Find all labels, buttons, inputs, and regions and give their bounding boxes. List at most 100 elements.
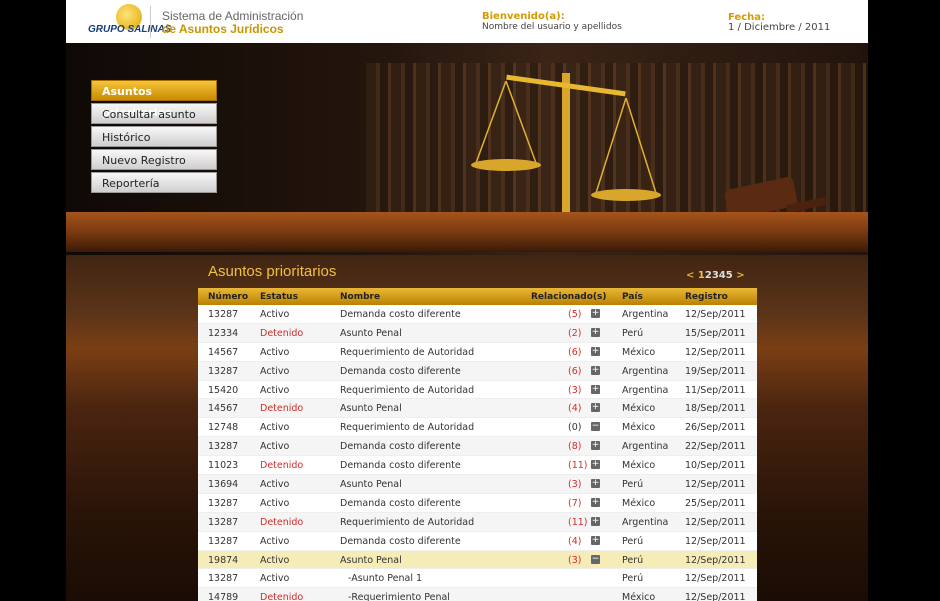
cell-estatus: Activo (260, 441, 290, 453)
expand-icon[interactable]: + (591, 441, 600, 451)
pager-page-5[interactable]: 5 (726, 270, 733, 281)
table-row[interactable]: 13287 Activo Demanda costo diferente (4) Per… (198, 532, 757, 551)
cell-numero: 11023 (208, 460, 239, 472)
cell-pais: México (622, 460, 656, 472)
cell-estatus: Activo (260, 309, 290, 320)
grupo-salinas-logo: GRUPO SALINAS (86, 4, 171, 38)
nav-historico[interactable]: Histórico (91, 126, 217, 147)
cell-relacionados: (0) (568, 422, 582, 434)
table-row[interactable]: 15420 Activo Requerimiento de Autoridad (3)… (198, 381, 757, 400)
cell-numero: 14567 (208, 346, 239, 358)
cell-nombre: Asunto Penal (340, 554, 402, 566)
cell-relacionados: (6) (568, 365, 582, 377)
table-row[interactable]: 13287 Detenido Requerimiento de Autoridad (… (198, 512, 757, 532)
table-row[interactable]: 14567 Detenido Asunto Penal (4) México 18/Sep… (198, 399, 757, 419)
col-registro[interactable]: Registro (685, 292, 728, 302)
welcome-label: Bienvenido(a): (482, 11, 565, 22)
cell-pais: Perú (622, 573, 644, 585)
logo-text: GRUPO SALINAS (88, 24, 172, 35)
nav-nuevo-registro[interactable]: Nuevo Registro (91, 149, 217, 170)
cell-numero: 15420 (208, 384, 239, 396)
cell-numero: 13287 (208, 365, 239, 377)
cell-numero: 13287 (208, 441, 239, 453)
col-estatus[interactable]: Estatus (260, 292, 298, 302)
cell-pais: Argentina (622, 441, 669, 453)
cell-nombre: Demanda costo diferente (340, 535, 461, 547)
table-row[interactable]: 11023 Detenido Demanda costo diferente (11)… (198, 456, 757, 476)
expand-icon[interactable]: + (591, 479, 600, 489)
cell-nombre: Requerimiento de Autoridad (340, 422, 475, 434)
cell-pais: México (622, 403, 656, 415)
col-pais[interactable]: País (622, 292, 643, 302)
cell-registro: 12/Sep/2011 (685, 592, 746, 601)
cell-relacionados: (4) (568, 535, 582, 547)
cell-estatus: Detenido (260, 403, 304, 415)
collapse-icon[interactable]: − (591, 422, 600, 432)
pager-page-4[interactable]: 4 (719, 270, 726, 281)
col-relacionados[interactable]: Relacionado(s) (531, 292, 607, 302)
cell-numero: 13287 (208, 573, 239, 585)
expand-icon[interactable]: + (591, 346, 600, 356)
cell-registro: 11/Sep/2011 (685, 384, 746, 396)
cell-registro: 12/Sep/2011 (685, 479, 746, 491)
expand-icon[interactable]: + (591, 384, 600, 394)
nav-asuntos-prioritarios[interactable]: Asuntos prioritarios (91, 80, 217, 119)
cell-pais: Argentina (622, 309, 669, 320)
table-row[interactable]: 13287 Activo Demanda costo diferente (8) Arg… (198, 437, 757, 457)
cell-numero: 13287 (208, 535, 239, 547)
nav-reporteria[interactable]: Reportería (91, 172, 217, 193)
table-row[interactable]: 19874 Activo Asunto Penal (3) Perú 12/Sep/201… (198, 550, 757, 570)
expand-icon[interactable]: + (591, 516, 600, 526)
table-row[interactable]: 14567 Activo Requerimiento de Autoridad (6)… (198, 343, 757, 362)
collapse-icon[interactable]: − (591, 554, 600, 564)
cell-numero: 12334 (208, 327, 239, 339)
pager-prev-button[interactable]: < (686, 270, 694, 281)
col-numero[interactable]: Número (208, 292, 248, 302)
cell-estatus: Detenido (260, 460, 304, 472)
col-nombre[interactable]: Nombre (340, 292, 380, 302)
cell-pais: Argentina (622, 365, 669, 377)
cell-relacionados: (11) (568, 460, 588, 472)
cell-nombre: -Requerimiento Penal (348, 592, 450, 601)
welcome-user: Nombre del usuario y apellidos (482, 22, 622, 32)
cell-pais: México (622, 592, 656, 601)
cell-estatus: Detenido (260, 516, 304, 528)
cell-registro: 19/Sep/2011 (685, 365, 746, 377)
expand-icon[interactable]: + (591, 460, 600, 470)
expand-icon[interactable]: + (591, 497, 600, 507)
cell-estatus: Detenido (260, 592, 304, 601)
cell-nombre: -Asunto Penal 1 (348, 573, 423, 585)
table-row[interactable]: 13287 Activo Demanda costo diferente (6) Arg… (198, 361, 757, 381)
table-row[interactable]: 14789 Detenido -Requerimiento Penal México 1… (198, 588, 757, 601)
header-divider (150, 6, 151, 38)
system-title-line1: Sistema de Administración (162, 9, 304, 23)
pager-page-2[interactable]: 2 (705, 270, 712, 281)
cell-pais: Perú (622, 327, 644, 339)
cell-pais: México (622, 422, 656, 434)
table-row[interactable]: 13287 Activo Demanda costo diferente (5) Arg… (198, 305, 757, 324)
pager-page-1[interactable]: 1 (698, 270, 705, 281)
cell-relacionados: (3) (568, 554, 582, 566)
cell-nombre: Requerimiento de Autoridad (340, 346, 475, 358)
nav-consultar-asunto[interactable]: Consultar asunto (91, 103, 217, 124)
cell-registro: 12/Sep/2011 (685, 554, 746, 566)
expand-icon[interactable]: + (591, 309, 600, 318)
cell-pais: México (622, 497, 656, 509)
cell-numero: 13694 (208, 479, 239, 491)
expand-icon[interactable]: + (591, 365, 600, 375)
cell-relacionados: (3) (568, 479, 582, 491)
table-row[interactable]: 12334 Detenido Asunto Penal (2) Perú 15/Sep/2… (198, 323, 757, 343)
cell-registro: 10/Sep/2011 (685, 460, 746, 472)
pager-page-3[interactable]: 3 (712, 270, 719, 281)
expand-icon[interactable]: + (591, 327, 600, 337)
table-row[interactable]: 13287 Activo Demanda costo diferente (7) Méx… (198, 494, 757, 513)
cell-numero: 13287 (208, 497, 239, 509)
cell-nombre: Demanda costo diferente (340, 460, 461, 472)
cell-estatus: Activo (260, 554, 290, 566)
pager-next-button[interactable]: > (736, 270, 744, 281)
table-row[interactable]: 12748 Activo Requerimiento de Autoridad (0)… (198, 418, 757, 438)
expand-icon[interactable]: + (591, 535, 600, 545)
expand-icon[interactable]: + (591, 403, 600, 413)
table-row[interactable]: 13694 Activo Asunto Penal (3) Perú 12/Sep/201… (198, 475, 757, 494)
table-row[interactable]: 13287 Activo -Asunto Penal 1 Perú 12/Sep/201… (198, 569, 757, 589)
